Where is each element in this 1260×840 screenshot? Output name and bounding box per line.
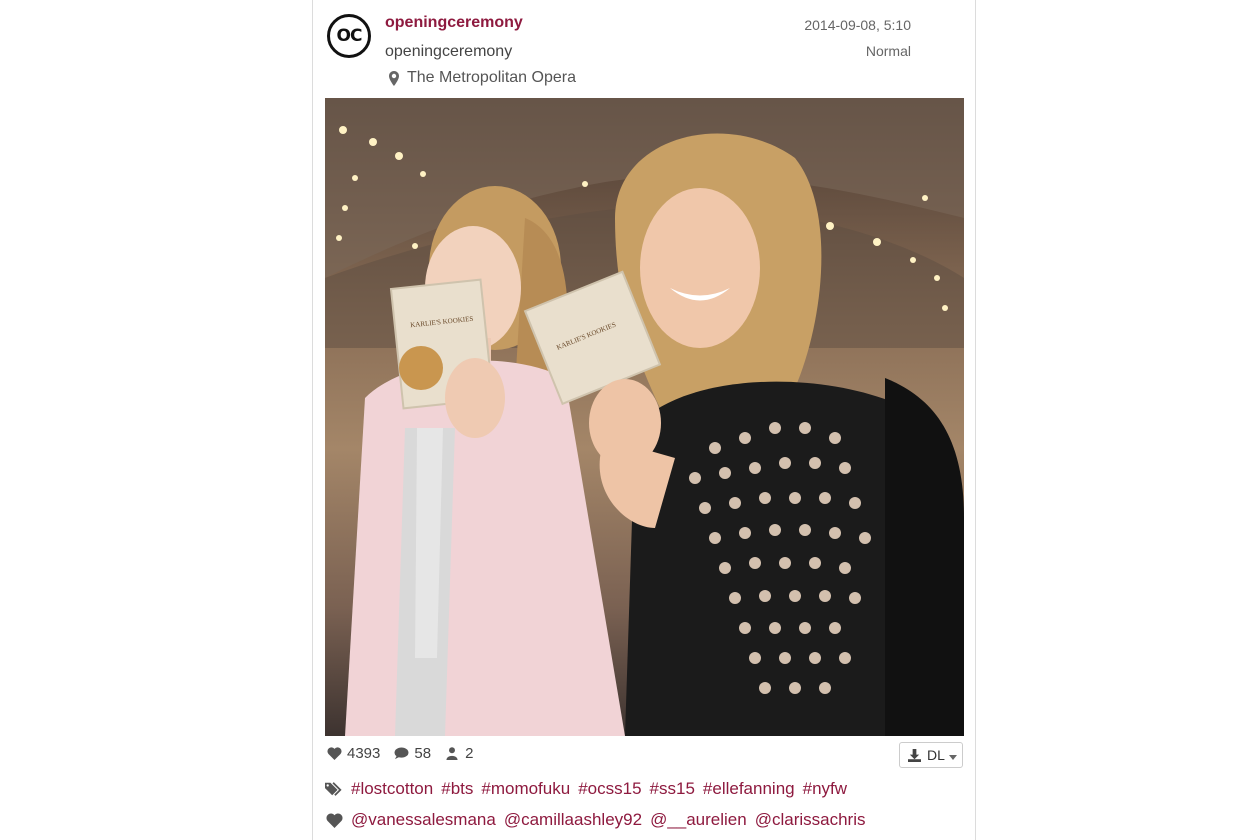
hashtag-link[interactable]: #ocss15 [578,779,641,799]
hashtag-link[interactable]: #momofuku [481,779,570,799]
post-timestamp: 2014-09-08, 5:10 [804,17,911,33]
mention-link[interactable]: @__aurelien [650,810,747,830]
hashtag-link[interactable]: #ellefanning [703,779,795,799]
users-stat: 2 [443,744,473,762]
post-photo: KARLIE'S KOOKIES KARLIE'S KOOKIES [325,98,964,736]
mentions-row: @vanessalesmana @camillaashley92 @__aure… [325,810,866,830]
post-stats: 4393 58 2 [325,744,473,762]
photo-illustration: KARLIE'S KOOKIES KARLIE'S KOOKIES [325,98,964,736]
hashtag-link[interactable]: #lostcotton [351,779,433,799]
tags-icon [325,780,343,798]
heart-icon [325,744,343,762]
user-icon [443,744,461,762]
avatar[interactable]: OC [327,14,371,58]
filter-label: Normal [865,43,911,59]
caret-down-icon [948,747,957,763]
mention-link[interactable]: @camillaashley92 [504,810,642,830]
username-link[interactable]: openingceremony [385,14,523,32]
likes-count: 4393 [347,744,381,762]
location-label: The Metropolitan Opera [407,69,576,86]
tagged-users-count: 2 [465,744,474,762]
full-name: openingceremony [385,43,513,60]
avatar-logo-text: OC [336,26,363,46]
download-label: DL [927,747,945,763]
post-card: OC openingceremony openingceremony The M… [312,0,976,840]
comments-count: 58 [414,744,432,762]
hashtag-row: #lostcotton #bts #momofuku #ocss15 #ss15… [325,779,847,799]
location-link[interactable]: The Metropolitan Opera [385,69,576,87]
hashtag-link[interactable]: #ss15 [650,779,695,799]
comments-stat: 58 [392,744,431,762]
mention-link[interactable]: @vanessalesmana [351,810,496,830]
download-icon [905,746,923,764]
mention-link[interactable]: @clarissachris [755,810,866,830]
likes-stat: 4393 [325,744,380,762]
map-marker-icon [385,69,403,87]
comment-icon [392,744,410,762]
download-button[interactable]: DL [899,742,963,768]
heart-icon [325,811,343,829]
hashtag-link[interactable]: #bts [441,779,473,799]
hashtag-link[interactable]: #nyfw [803,779,847,799]
